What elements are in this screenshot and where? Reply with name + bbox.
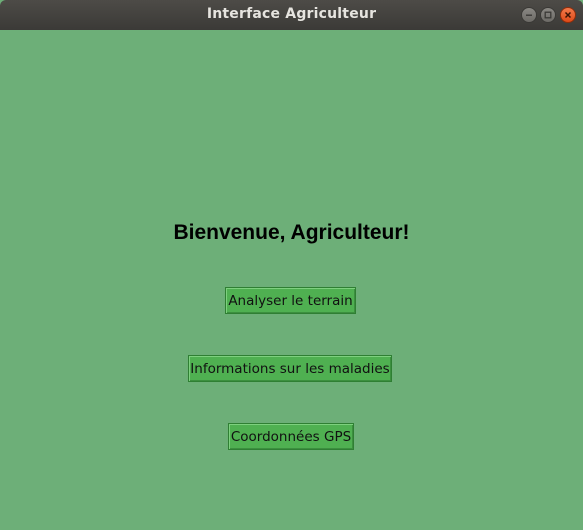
disease-info-button[interactable]: Informations sur les maladies <box>188 355 392 382</box>
analyze-field-button[interactable]: Analyser le terrain <box>225 287 356 314</box>
app-window: Interface Agriculteur Bienvenue, Agricul… <box>0 0 583 530</box>
maximize-icon[interactable] <box>540 7 556 23</box>
minimize-icon[interactable] <box>521 7 537 23</box>
window-title: Interface Agriculteur <box>206 6 377 22</box>
close-icon[interactable] <box>560 7 576 23</box>
welcome-heading: Bienvenue, Agriculteur! <box>173 221 410 244</box>
gps-coordinates-button[interactable]: Coordonnées GPS <box>228 423 354 450</box>
title-bar[interactable]: Interface Agriculteur <box>0 0 583 30</box>
